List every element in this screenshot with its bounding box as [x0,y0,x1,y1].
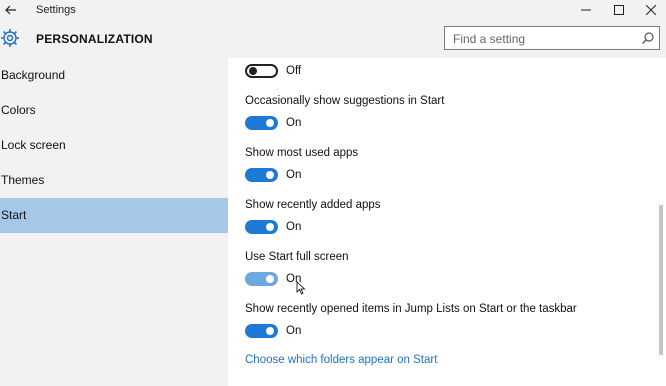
maximize-icon [614,5,624,15]
search-placeholder: Find a setting [453,32,526,46]
setting-label-suggestions: Occasionally show suggestions in Start [245,95,445,107]
maximize-button[interactable] [604,0,634,20]
sidebar-item-label: Colors [1,103,36,117]
setting-label-most-used: Show most used apps [245,147,359,159]
toggle-state-text: Off [286,65,302,77]
sidebar-item-themes[interactable]: Themes [0,163,228,198]
back-button[interactable] [0,0,22,20]
choose-folders-link[interactable]: Choose which folders appear on Start [245,354,437,366]
minimize-button[interactable] [571,0,601,20]
close-icon [646,5,656,15]
toggle-state-text: On [286,169,302,181]
search-input[interactable]: Find a setting [444,26,660,50]
toggle-knob [266,119,274,127]
back-arrow-icon [5,5,16,15]
toggle-knob [266,327,274,335]
setting-label-recently-added: Show recently added apps [245,199,381,211]
toggle-start-full-screen[interactable] [245,272,278,286]
sidebar-item-colors[interactable]: Colors [0,93,228,128]
sidebar-item-label: Start [1,208,27,222]
gear-icon [1,29,19,47]
toggle-most-used-apps[interactable] [245,168,278,182]
toggle-knob [266,171,274,179]
toggle-knob [266,275,274,283]
search-icon[interactable] [641,31,655,45]
sidebar-item-lock-screen[interactable]: Lock screen [0,128,228,163]
toggle-knob [266,223,274,231]
sidebar-item-label: Themes [1,173,45,187]
toggle-state-text: On [286,117,302,129]
toggle-state-text: On [286,221,302,233]
toggle-state-text: On [286,325,302,337]
sidebar-item-label: Lock screen [1,138,66,152]
sidebar-item-start[interactable]: Start [0,198,228,233]
setting-label-full-screen: Use Start full screen [245,251,349,263]
sidebar-item-label: Background [1,68,66,82]
settings-header: PERSONALIZATION Find a setting [0,20,666,58]
sidebar-item-background[interactable]: Background [0,58,228,93]
toggle-show-suggestions[interactable] [245,116,278,130]
toggle-recently-added-apps[interactable] [245,220,278,234]
settings-content: Off Occasionally show suggestions in Sta… [228,58,666,386]
title-bar: Settings [0,0,666,20]
toggle-jump-lists[interactable] [245,324,278,338]
sidebar: Background Colors Lock screen Themes Sta… [0,58,228,386]
close-button[interactable] [636,0,666,20]
mouse-cursor-icon [296,281,306,295]
setting-label-jump-lists: Show recently opened items in Jump Lists… [245,303,577,315]
toggle-knob [249,67,257,75]
toggle-switch-off[interactable] [245,64,278,78]
minimize-icon [581,9,591,11]
page-title: PERSONALIZATION [36,32,153,46]
window-title: Settings [36,4,76,16]
scrollbar-thumb[interactable] [659,205,663,355]
